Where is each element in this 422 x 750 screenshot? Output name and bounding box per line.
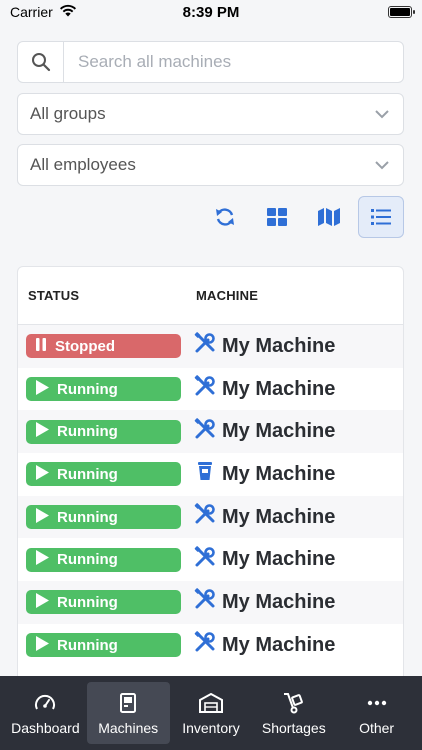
status-badge: Running xyxy=(26,462,181,487)
list-icon xyxy=(371,209,391,225)
status-badge: Running xyxy=(26,419,181,444)
table-row[interactable]: Running My Machine xyxy=(18,410,403,454)
tab-label: Inventory xyxy=(182,720,240,736)
machine-cell[interactable]: My Machine xyxy=(194,631,335,659)
groups-select-value: All groups xyxy=(30,104,106,123)
machine-name: My Machine xyxy=(222,377,336,400)
table-header: STATUS MACHINE xyxy=(18,267,403,325)
machine-name: My Machine xyxy=(222,633,336,656)
machine-name: My Machine xyxy=(222,420,336,443)
gauge-icon xyxy=(34,692,56,714)
play-icon xyxy=(35,635,49,655)
status-badge: Running xyxy=(26,633,181,658)
tab-other[interactable]: Other xyxy=(335,682,418,744)
play-icon xyxy=(35,592,49,612)
search-bar[interactable] xyxy=(17,41,404,83)
machines-table: STATUS MACHINE Stopped My Machine Running M… xyxy=(17,266,404,696)
tab-shortages[interactable]: Shortages xyxy=(252,682,335,744)
tab-bar: Dashboard Machines Inventory Shortages Other xyxy=(0,676,422,750)
dolly-icon xyxy=(283,692,305,714)
machine-name: My Machine xyxy=(222,548,336,571)
tools-icon xyxy=(194,631,216,659)
status-label: Running xyxy=(57,551,118,569)
chevron-down-icon xyxy=(375,155,389,175)
machine-cell[interactable]: My Machine xyxy=(194,332,335,360)
map-view-button[interactable] xyxy=(306,196,352,238)
employees-select[interactable]: All employees xyxy=(17,144,404,186)
status-column-header[interactable]: STATUS xyxy=(18,288,196,303)
status-bar: Carrier 8:39 PM xyxy=(0,0,422,24)
table-row[interactable]: Stopped My Machine xyxy=(18,325,403,368)
status-label: Running xyxy=(57,508,118,526)
tab-label: Shortages xyxy=(261,720,326,736)
tab-label: Other xyxy=(359,720,395,736)
status-label: Running xyxy=(57,636,118,654)
table-row[interactable]: Running My Machine xyxy=(18,453,403,496)
status-label: Running xyxy=(57,380,118,398)
machine-cell[interactable]: My Machine xyxy=(194,417,336,446)
grid-icon xyxy=(267,208,287,226)
view-toolbar xyxy=(202,196,404,238)
table-row[interactable]: Running My Machine xyxy=(18,495,403,539)
machine-name: My Machine xyxy=(222,462,336,485)
machine-cell[interactable]: My Machine xyxy=(194,460,335,488)
tools-icon xyxy=(194,332,216,360)
status-label: Running xyxy=(57,593,118,611)
play-icon xyxy=(35,379,49,399)
tools-icon xyxy=(194,375,216,403)
table-row[interactable]: Running My Machine xyxy=(18,368,403,411)
tab-inventory[interactable]: Inventory xyxy=(170,682,253,744)
table-row[interactable]: Running My Machine xyxy=(18,538,403,581)
status-badge: Running xyxy=(26,590,181,615)
tab-machines[interactable]: Machines xyxy=(86,682,170,744)
machine-name: My Machine xyxy=(222,505,336,528)
tab-label: Dashboard xyxy=(11,720,80,736)
machine-name: My Machine xyxy=(222,590,336,613)
play-icon xyxy=(35,422,49,441)
table-body: Stopped My Machine Running My Machine Runnin… xyxy=(18,325,403,667)
battery-icon xyxy=(388,6,415,18)
status-badge: Stopped xyxy=(26,334,181,359)
machine-icon xyxy=(120,692,137,714)
tab-label: Machines xyxy=(98,720,159,736)
groups-select[interactable]: All groups xyxy=(17,93,404,135)
play-icon xyxy=(35,464,49,484)
pause-icon xyxy=(35,337,47,355)
carrier-label: Carrier xyxy=(10,4,53,20)
machine-name: My Machine xyxy=(222,334,336,357)
machine-cell[interactable]: My Machine xyxy=(194,375,335,403)
machine-column-header[interactable]: MACHINE xyxy=(196,288,258,303)
tab-dashboard[interactable]: Dashboard xyxy=(4,682,87,744)
tools-icon xyxy=(194,417,216,446)
warehouse-icon xyxy=(198,692,223,714)
machine-cell[interactable]: My Machine xyxy=(194,588,335,616)
cup-icon xyxy=(194,460,216,488)
tools-icon xyxy=(194,588,216,616)
tools-icon xyxy=(194,503,216,531)
machine-cell[interactable]: My Machine xyxy=(194,503,335,531)
refresh-button[interactable] xyxy=(202,196,248,238)
wifi-icon xyxy=(59,4,77,20)
refresh-icon xyxy=(216,208,234,226)
search-icon[interactable] xyxy=(18,42,64,82)
status-badge: Running xyxy=(26,505,181,530)
status-badge: Running xyxy=(26,547,181,572)
status-badge: Running xyxy=(26,377,181,402)
table-row[interactable]: Running My Machine xyxy=(18,581,403,624)
status-label: Stopped xyxy=(55,337,115,355)
status-label: Running xyxy=(57,423,118,441)
play-icon xyxy=(35,550,49,569)
search-input[interactable] xyxy=(64,42,384,82)
play-icon xyxy=(35,507,49,527)
chevron-down-icon xyxy=(375,104,389,124)
employees-select-value: All employees xyxy=(30,155,136,174)
status-label: Running xyxy=(57,465,118,483)
machine-cell[interactable]: My Machine xyxy=(194,546,335,574)
list-view-button[interactable] xyxy=(358,196,404,238)
map-icon xyxy=(318,208,340,226)
tools-icon xyxy=(194,546,216,574)
table-row[interactable]: Running My Machine xyxy=(18,624,403,667)
ellipsis-icon xyxy=(367,692,387,714)
grid-view-button[interactable] xyxy=(254,196,300,238)
